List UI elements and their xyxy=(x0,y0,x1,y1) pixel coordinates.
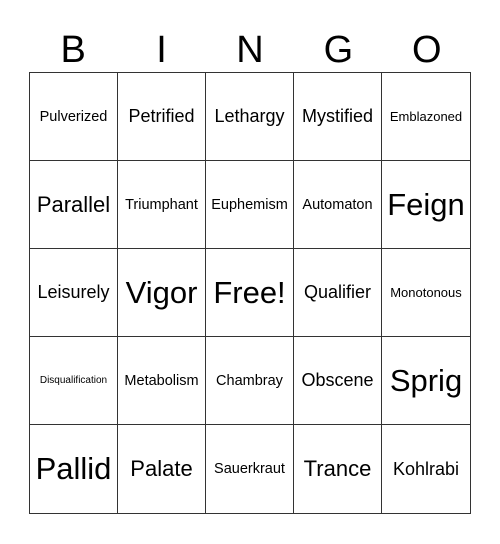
cell-label: Lethargy xyxy=(214,106,285,126)
cell-label: Emblazoned xyxy=(389,109,463,124)
cell-label: Automaton xyxy=(302,196,373,213)
bingo-cell[interactable]: Euphemism xyxy=(206,161,294,249)
cell-label: Disqualification xyxy=(39,375,108,386)
header-letter-b: B xyxy=(60,29,86,71)
bingo-cell[interactable]: Palate xyxy=(118,425,206,513)
cell-label: Parallel xyxy=(36,191,111,217)
bingo-grid: Pulverized Petrified Lethargy Mystified Embl… xyxy=(29,72,471,514)
cell-label: Sprig xyxy=(389,362,463,398)
cell-label: Kohlrabi xyxy=(392,458,460,479)
cell-label: Pulverized xyxy=(39,108,108,125)
bingo-cell[interactable]: Petrified xyxy=(118,73,206,161)
cell-label: Palate xyxy=(130,456,193,481)
bingo-cell[interactable]: Sauerkraut xyxy=(206,425,294,513)
bingo-cell[interactable]: Mystified xyxy=(294,73,382,161)
header-letter-g: G xyxy=(323,29,354,71)
cell-label: Feign xyxy=(387,186,465,222)
cell-label: Trance xyxy=(303,456,372,481)
bingo-cell[interactable]: Automaton xyxy=(294,161,382,249)
cell-label: Petrified xyxy=(128,106,195,126)
bingo-cell[interactable]: Kohlrabi xyxy=(382,425,470,513)
bingo-cell[interactable]: Trance xyxy=(294,425,382,513)
cell-label: Free! xyxy=(213,274,286,310)
cell-label: Monotonous xyxy=(390,285,462,300)
bingo-cell[interactable]: Leisurely xyxy=(30,249,118,337)
bingo-cell[interactable]: Triumphant xyxy=(118,161,206,249)
bingo-cell[interactable]: Disqualification xyxy=(30,337,118,425)
bingo-cell[interactable]: Obscene xyxy=(294,337,382,425)
cell-label: Leisurely xyxy=(37,282,110,302)
bingo-cell[interactable]: Parallel xyxy=(30,161,118,249)
bingo-cell[interactable]: Monotonous xyxy=(382,249,470,337)
bingo-cell[interactable]: Emblazoned xyxy=(382,73,470,161)
bingo-cell[interactable]: Vigor xyxy=(118,249,206,337)
bingo-cell[interactable]: Qualifier xyxy=(294,249,382,337)
header-letter-n: N xyxy=(236,29,264,71)
cell-label: Euphemism xyxy=(211,196,288,213)
cell-label: Qualifier xyxy=(303,282,372,302)
cell-label: Chambray xyxy=(216,372,283,389)
header-letter-i: I xyxy=(156,29,167,71)
cell-label: Mystified xyxy=(301,106,373,126)
bingo-cell[interactable]: Sprig xyxy=(382,337,470,425)
bingo-cell[interactable]: Feign xyxy=(382,161,470,249)
bingo-cell[interactable]: Metabolism xyxy=(118,337,206,425)
bingo-cell[interactable]: Lethargy xyxy=(206,73,294,161)
cell-label: Metabolism xyxy=(124,372,199,389)
bingo-cell[interactable]: Pallid xyxy=(30,425,118,513)
cell-label: Obscene xyxy=(301,370,374,390)
cell-label: Triumphant xyxy=(125,196,198,213)
cell-label: Sauerkraut xyxy=(214,461,285,477)
header-letter-o: O xyxy=(411,29,442,71)
cell-label: Pallid xyxy=(35,451,112,486)
bingo-header: B I N G O xyxy=(29,28,471,72)
bingo-cell[interactable]: Pulverized xyxy=(30,73,118,161)
bingo-cell[interactable]: Chambray xyxy=(206,337,294,425)
cell-label: Vigor xyxy=(125,274,198,310)
free-space-cell[interactable]: Free! xyxy=(206,249,294,337)
